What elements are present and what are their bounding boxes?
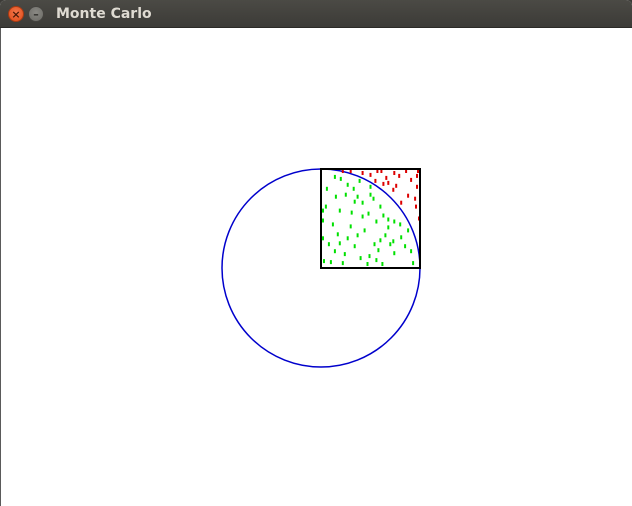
inside-point xyxy=(384,233,387,238)
inside-point xyxy=(358,178,361,183)
window-border xyxy=(0,28,1,506)
inside-point xyxy=(359,256,362,261)
inside-point xyxy=(346,182,349,187)
inside-point xyxy=(343,252,346,257)
inside-point xyxy=(410,249,413,254)
inside-point xyxy=(353,244,356,249)
inside-point xyxy=(399,222,402,227)
inside-point xyxy=(381,262,384,266)
outside-point xyxy=(414,196,417,201)
outside-point xyxy=(382,181,385,186)
outside-point xyxy=(415,204,417,209)
close-button[interactable]: × xyxy=(8,6,24,22)
outside-point xyxy=(369,172,372,177)
inside-point xyxy=(393,219,396,224)
title-bar[interactable]: × – Monte Carlo xyxy=(0,0,632,28)
inside-point xyxy=(356,194,359,199)
inside-point xyxy=(375,219,378,224)
inside-point xyxy=(375,258,378,263)
inside-point xyxy=(336,232,339,237)
inside-point xyxy=(325,186,328,191)
outside-point xyxy=(393,171,396,175)
inside-point xyxy=(377,248,380,253)
inside-point xyxy=(339,176,342,181)
inside-point xyxy=(334,194,337,199)
outside-point xyxy=(398,173,401,178)
inside-point xyxy=(327,242,330,247)
inside-point xyxy=(373,242,376,247)
inside-point xyxy=(367,211,370,216)
window-title: Monte Carlo xyxy=(56,6,152,22)
inside-point xyxy=(368,254,371,259)
monte-carlo-plot xyxy=(221,168,421,368)
inside-point xyxy=(369,192,372,197)
outside-point xyxy=(400,200,403,205)
inside-point xyxy=(329,260,332,265)
app-window: × – Monte Carlo xyxy=(0,0,632,506)
inside-point xyxy=(322,236,324,241)
outside-point xyxy=(416,173,418,178)
inside-point xyxy=(387,217,390,222)
outside-point xyxy=(407,193,410,198)
inside-point xyxy=(369,184,372,189)
inside-point xyxy=(341,261,344,266)
inside-point xyxy=(346,236,349,241)
inside-point xyxy=(412,261,415,266)
outside-point xyxy=(392,187,395,192)
minimize-icon: – xyxy=(33,7,39,21)
outside-point xyxy=(395,183,398,188)
outside-point xyxy=(385,175,388,180)
outside-point xyxy=(387,180,390,185)
inside-point xyxy=(333,174,336,179)
inside-point xyxy=(363,228,366,233)
outside-point xyxy=(361,171,364,175)
inside-point xyxy=(389,242,392,247)
inside-point xyxy=(323,259,325,264)
inside-point xyxy=(344,192,347,197)
inside-point xyxy=(361,214,364,219)
inside-point xyxy=(352,186,355,191)
inside-point xyxy=(353,199,356,204)
inside-point xyxy=(356,233,359,238)
outside-point xyxy=(416,184,418,189)
inside-point xyxy=(322,218,324,223)
outside-point xyxy=(410,177,413,182)
inside-point xyxy=(331,222,334,227)
minimize-button[interactable]: – xyxy=(28,6,44,22)
inside-point xyxy=(361,200,364,205)
inside-point xyxy=(379,238,382,243)
inside-point xyxy=(333,249,336,254)
inside-point xyxy=(404,244,407,249)
outside-point xyxy=(374,178,377,183)
inside-point xyxy=(366,262,369,266)
drawing-canvas xyxy=(0,28,632,506)
inside-point xyxy=(393,251,396,256)
inside-point xyxy=(349,224,352,229)
inside-point xyxy=(387,225,390,230)
inside-point xyxy=(400,235,403,240)
inside-point xyxy=(407,228,410,233)
inside-point xyxy=(350,210,353,215)
inside-point xyxy=(324,204,327,209)
close-icon: × xyxy=(11,7,21,21)
inside-point xyxy=(338,208,341,213)
inside-point xyxy=(372,196,375,201)
inside-point xyxy=(382,213,385,218)
inside-point xyxy=(322,208,324,213)
inside-point xyxy=(338,241,341,246)
inside-point xyxy=(379,204,382,209)
inside-point xyxy=(392,239,395,244)
